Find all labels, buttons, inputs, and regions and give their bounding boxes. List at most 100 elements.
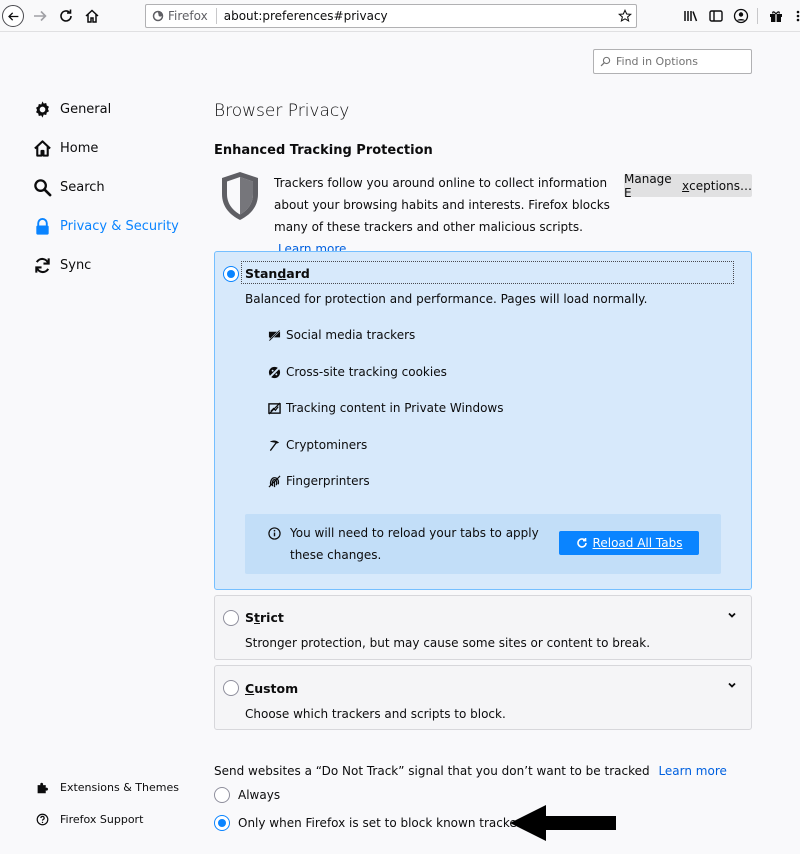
home-icon	[32, 138, 52, 158]
chevron-down-icon[interactable]	[727, 680, 737, 690]
search-icon	[600, 56, 611, 67]
standard-title: Standard	[245, 266, 310, 281]
etp-description: Trackers follow you around online to col…	[274, 176, 610, 256]
search-icon	[32, 177, 52, 197]
dnt-only-radio[interactable]	[214, 815, 230, 831]
toolbar-separator	[757, 8, 758, 24]
tracker-item: Tracking content in Private Windows	[267, 401, 504, 415]
back-arrow-icon	[7, 11, 18, 21]
back-button[interactable]	[2, 5, 24, 27]
overflow-menu-button[interactable]	[786, 4, 800, 28]
sidebar-item-label: General	[60, 101, 112, 117]
social-tracker-icon	[267, 328, 281, 342]
sidebar-item-label: Search	[60, 179, 105, 195]
custom-title: Custom	[245, 681, 299, 696]
shield-icon	[222, 172, 258, 220]
puzzle-icon	[34, 779, 50, 795]
menu-icon	[796, 10, 800, 22]
sidebar-item-privacy-security[interactable]: Privacy & Security	[32, 215, 179, 237]
account-button[interactable]	[729, 4, 753, 28]
etp-heading: Enhanced Tracking Protection	[214, 143, 433, 158]
footer-label: Firefox Support	[60, 812, 144, 826]
gift-icon	[770, 11, 782, 22]
reload-notice: You will need to reload your tabs to app…	[245, 514, 721, 574]
chevron-down-icon[interactable]	[727, 610, 737, 620]
tracking-content-icon	[267, 401, 281, 415]
bookmark-star-button[interactable]	[614, 9, 636, 23]
identity-label: Firefox	[168, 9, 208, 23]
account-icon	[733, 8, 749, 24]
sync-icon	[32, 255, 52, 275]
do-not-track-label: Send websites a “Do Not Track” signal th…	[214, 764, 727, 778]
sidebar-item-home[interactable]: Home	[32, 137, 98, 159]
dnt-learn-more-link[interactable]: Learn more	[658, 764, 726, 778]
manage-exceptions-button[interactable]: Manage Ex ceptions…	[624, 172, 752, 200]
cryptominer-icon	[267, 438, 281, 452]
standard-protection-card[interactable]: Standard Balanced for protection and per…	[214, 251, 752, 590]
cookie-icon	[267, 365, 281, 379]
url-text[interactable]: about:preferences#privacy	[217, 9, 614, 23]
option-label: Only when Firefox is set to block known …	[238, 816, 528, 830]
strict-description: Stronger protection, but may cause some …	[245, 636, 651, 650]
tracker-item: Fingerprinters	[267, 474, 370, 488]
info-icon	[268, 527, 281, 540]
reload-all-tabs-button[interactable]: Reload All Tabs	[559, 531, 699, 555]
lock-icon	[32, 216, 52, 236]
sidebar-item-general[interactable]: General	[32, 98, 111, 120]
url-bar[interactable]: Firefox about:preferences#privacy	[145, 4, 637, 28]
find-placeholder: Find in Options	[616, 55, 699, 68]
library-icon	[684, 11, 698, 22]
focus-ring	[241, 261, 734, 284]
tracker-label: Cross-site tracking cookies	[286, 365, 447, 379]
identity-box[interactable]: Firefox	[146, 8, 217, 24]
tracker-item: Cross-site tracking cookies	[267, 365, 447, 379]
sidebar-item-label: Privacy & Security	[60, 218, 179, 234]
firefox-logo-icon	[152, 10, 164, 22]
library-button[interactable]	[679, 4, 703, 28]
custom-radio[interactable]	[223, 680, 239, 696]
standard-description: Balanced for protection and performance.…	[245, 292, 648, 306]
forward-button[interactable]	[28, 4, 52, 28]
dnt-option-only-when-blocking[interactable]: Only when Firefox is set to block known …	[214, 815, 528, 831]
strict-title: Strict	[245, 610, 284, 625]
sidebar-toggle-button[interactable]	[704, 4, 728, 28]
star-icon	[618, 9, 632, 22]
standard-radio[interactable]	[223, 266, 239, 282]
reload-icon	[60, 9, 72, 22]
tracker-item: Cryptominers	[267, 438, 367, 452]
sidebar-footer-support[interactable]: Firefox Support	[34, 811, 143, 827]
sidebar-icon	[709, 10, 723, 22]
sidebar-item-search[interactable]: Search	[32, 176, 105, 198]
dnt-option-always[interactable]: Always	[214, 787, 280, 803]
tracker-label: Cryptominers	[286, 438, 368, 452]
forward-arrow-icon	[34, 10, 47, 22]
tracker-label: Tracking content in Private Windows	[286, 401, 504, 415]
option-label: Always	[238, 788, 281, 802]
reload-text: You will need to reload your tabs to app…	[290, 526, 539, 562]
sidebar-item-label: Home	[60, 140, 99, 156]
reload-icon	[576, 538, 587, 548]
fingerprint-icon	[267, 474, 281, 488]
annotation-arrow	[510, 805, 616, 841]
tracker-item: Social media trackers	[267, 328, 415, 342]
page-title: Browser Privacy	[214, 101, 350, 121]
dnt-always-radio[interactable]	[214, 787, 230, 803]
custom-description: Choose which trackers and scripts to blo…	[245, 707, 506, 721]
sidebar-footer-extensions[interactable]: Extensions & Themes	[34, 779, 179, 795]
custom-protection-card[interactable]: Custom Choose which trackers and scripts…	[214, 665, 752, 730]
sidebar-item-sync[interactable]: Sync	[32, 254, 91, 276]
home-icon	[85, 9, 99, 23]
footer-label: Extensions & Themes	[60, 780, 179, 794]
strict-protection-card[interactable]: Strict Stronger protection, but may caus…	[214, 595, 752, 660]
whats-new-button[interactable]	[764, 4, 788, 28]
home-button[interactable]	[80, 4, 104, 28]
tracker-label: Social media trackers	[286, 328, 416, 342]
help-icon	[34, 811, 50, 827]
gear-icon	[32, 99, 52, 119]
reload-button[interactable]	[54, 4, 78, 28]
strict-radio[interactable]	[223, 610, 239, 626]
tracker-label: Fingerprinters	[286, 474, 370, 488]
find-in-options-input[interactable]: Find in Options	[593, 49, 752, 74]
browser-toolbar: Firefox about:preferences#privacy	[0, 0, 800, 32]
sidebar-item-label: Sync	[60, 257, 92, 273]
